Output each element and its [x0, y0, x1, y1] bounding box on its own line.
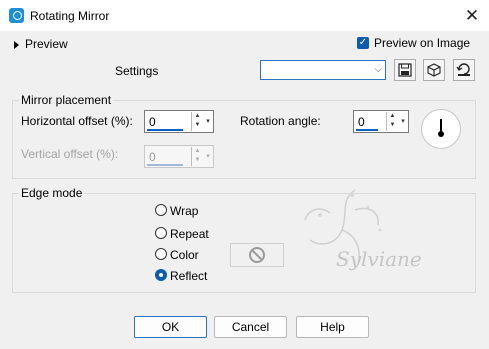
triangle-right-icon	[14, 40, 19, 49]
horizontal-offset-stepper[interactable]: 0 ▲ ▼ ▾	[144, 110, 214, 133]
preview-on-image-checkbox[interactable]: ✓	[357, 37, 369, 49]
up-down-icon[interactable]: ▲ ▼	[386, 112, 398, 131]
reflect-radio[interactable]	[155, 269, 167, 281]
wrap-radio[interactable]	[155, 204, 167, 216]
rotation-angle-value[interactable]: 0	[358, 115, 365, 129]
edge-color-swatch	[230, 243, 284, 267]
vertical-offset-slider	[147, 164, 183, 166]
preview-toggle[interactable]: Preview	[14, 37, 68, 51]
preview-toggle-label: Preview	[25, 37, 68, 51]
up-down-icon[interactable]: ▲ ▼	[191, 112, 203, 131]
reset-icon	[456, 63, 470, 76]
mirror-placement-title: Mirror placement	[19, 93, 114, 107]
chevron-down-icon[interactable]: ⌵	[374, 64, 382, 75]
edge-mode-title: Edge mode	[19, 186, 85, 200]
dropdown-arrow-icon: ▾	[206, 153, 210, 160]
save-preset-button[interactable]	[394, 59, 416, 81]
horizontal-offset-label: Horizontal offset (%):	[21, 114, 133, 128]
settings-combo[interactable]: ⌵	[260, 60, 386, 80]
watermark-text: Sylviane	[336, 247, 422, 271]
save-icon	[398, 63, 412, 77]
dropdown-arrow-icon[interactable]: ▾	[399, 112, 407, 131]
color-radio[interactable]	[155, 248, 167, 260]
up-down-icon: ▲ ▼	[191, 147, 203, 166]
vertical-offset-value: 0	[149, 150, 156, 164]
cube-icon	[427, 63, 441, 77]
help-button[interactable]: Help	[296, 316, 369, 338]
window-title: Rotating Mirror	[30, 9, 110, 23]
cancel-button[interactable]: Cancel	[214, 316, 287, 338]
rotation-angle-label: Rotation angle:	[240, 114, 321, 128]
ok-button[interactable]: OK	[134, 316, 207, 338]
close-icon[interactable]: ✕	[462, 6, 482, 26]
rotation-angle-dial[interactable]	[421, 109, 461, 149]
app-icon	[9, 8, 24, 23]
preview-on-image-label[interactable]: Preview on Image	[374, 36, 470, 50]
repeat-label[interactable]: Repeat	[170, 227, 209, 241]
vertical-offset-label: Vertical offset (%):	[21, 147, 119, 161]
color-label[interactable]: Color	[170, 248, 199, 262]
preset-manager-button[interactable]	[423, 59, 445, 81]
settings-label: Settings	[115, 64, 159, 78]
horizontal-offset-slider[interactable]	[147, 129, 183, 131]
vertical-offset-stepper: 0 ▲ ▼ ▾	[144, 145, 214, 168]
repeat-radio[interactable]	[155, 227, 167, 239]
dropdown-arrow-icon[interactable]: ▾	[204, 112, 212, 131]
reflect-label[interactable]: Reflect	[170, 269, 207, 283]
rotation-angle-stepper[interactable]: 0 ▲ ▼ ▾	[353, 110, 409, 133]
wrap-label[interactable]: Wrap	[170, 204, 198, 218]
rotation-angle-slider[interactable]	[356, 129, 378, 131]
no-symbol-icon	[249, 247, 265, 263]
reset-button[interactable]	[453, 59, 475, 81]
horizontal-offset-value[interactable]: 0	[149, 115, 156, 129]
